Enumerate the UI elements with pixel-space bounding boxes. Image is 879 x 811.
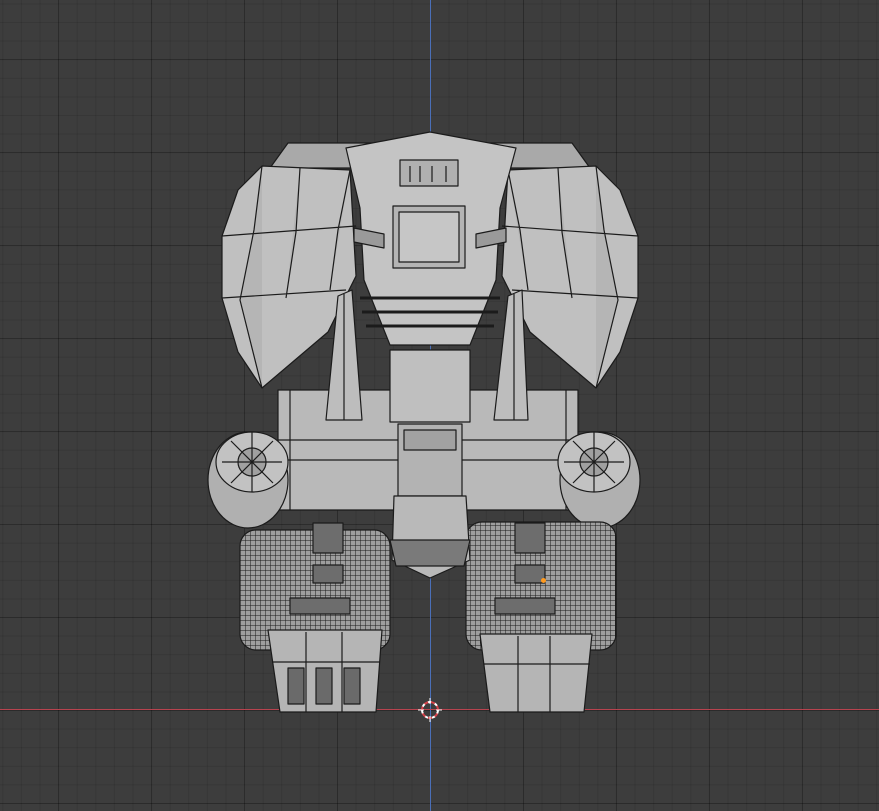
right-tusk (493, 289, 529, 421)
trunk (389, 349, 471, 579)
3d-viewport[interactable] (0, 0, 879, 811)
object-origin-icon (541, 578, 546, 583)
left-leg (239, 522, 391, 713)
elephant-mech-model[interactable] (0, 0, 879, 811)
3d-cursor-icon[interactable] (418, 698, 442, 722)
left-shoulder-joint (207, 431, 289, 529)
head (345, 131, 517, 346)
right-leg (465, 521, 617, 713)
right-shoulder-joint (557, 431, 641, 529)
